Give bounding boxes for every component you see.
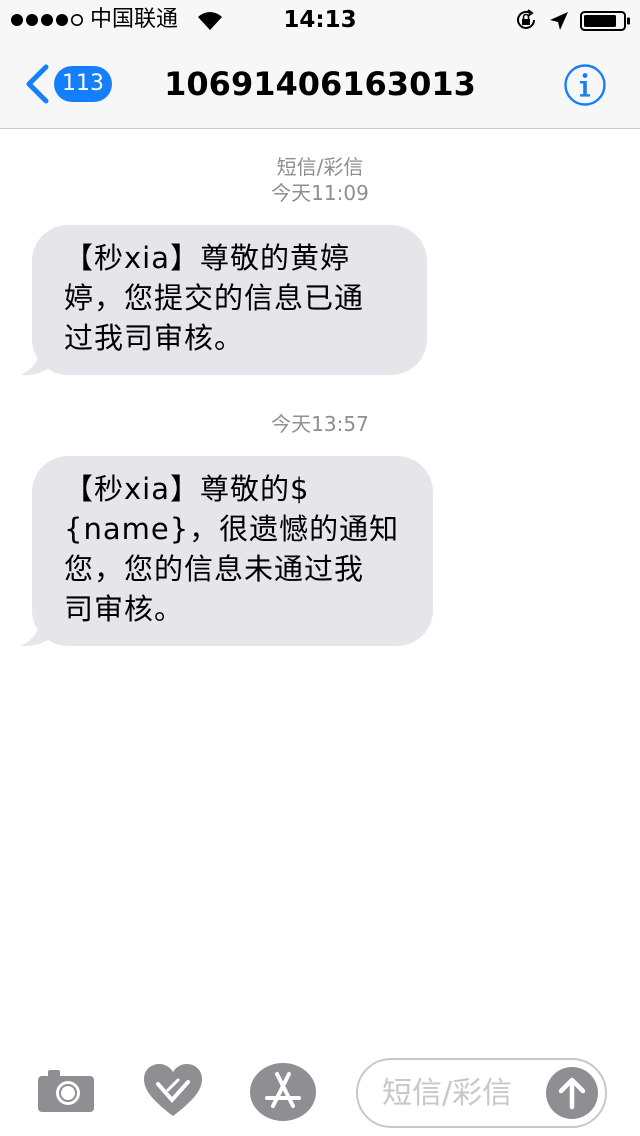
navigation-bar: 113 10691406163013: [0, 40, 640, 129]
incoming-message-bubble[interactable]: 【秒xia】尊敬的黄婷 婷，您提交的信息已通 过我司审核。: [32, 225, 427, 375]
message-input-bar: 短信/彩信: [0, 1046, 640, 1136]
message-placeholder: 短信/彩信: [382, 1076, 513, 1111]
battery-icon: [580, 11, 630, 31]
digital-touch-icon[interactable]: [142, 1062, 204, 1118]
messages-screen: 中国联通 14:13 113 10691406163013 短信/彩信 今天11…: [0, 0, 640, 1136]
incoming-message-bubble[interactable]: 【秒xia】尊敬的$ {name}，很遗憾的通知 您，您的信息未通过我 司审核。: [32, 456, 433, 646]
info-icon[interactable]: [563, 63, 607, 107]
orientation-lock-icon: [517, 9, 535, 29]
send-arrow-icon[interactable]: [545, 1066, 599, 1120]
service-label: 短信/彩信: [276, 155, 364, 179]
status-bar: 中国联通 14:13: [0, 0, 640, 40]
back-button[interactable]: 113: [18, 62, 118, 106]
camera-icon[interactable]: [36, 1066, 96, 1114]
conversation-title: 10691406163013: [164, 65, 476, 103]
unread-count-badge: 113: [54, 66, 112, 102]
message-timestamp: 今天13:57: [271, 412, 369, 436]
status-time: 14:13: [283, 7, 357, 33]
message-text-field[interactable]: 短信/彩信: [356, 1058, 607, 1128]
chevron-left-icon: [26, 64, 49, 104]
location-arrow-icon: [550, 12, 568, 30]
app-store-icon[interactable]: [249, 1062, 317, 1122]
message-timestamp: 今天11:09: [271, 181, 369, 205]
